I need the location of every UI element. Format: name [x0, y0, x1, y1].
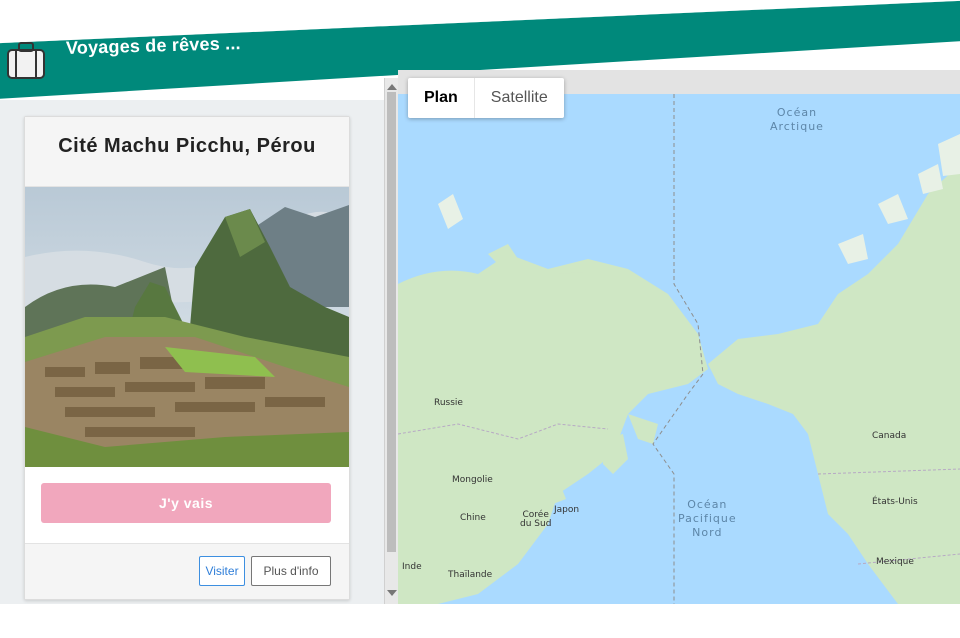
map-type-tabs: Plan Satellite — [408, 78, 564, 118]
card-footer: Visiter Plus d'info — [25, 543, 349, 599]
china-label: Chine — [460, 513, 486, 523]
south-korea-label: Corée du Sud — [520, 510, 552, 529]
card-title: Cité Machu Picchu, Pérou — [58, 135, 316, 157]
world-map[interactable]: Plan Satellite Océan Arctique Océan Paci… — [398, 70, 960, 604]
scroll-thumb[interactable] — [387, 92, 396, 552]
go-button[interactable]: J'y vais — [41, 483, 331, 523]
scroll-up-icon[interactable] — [387, 84, 397, 90]
scroll-down-icon[interactable] — [387, 590, 397, 596]
mexico-label: Mexique — [876, 557, 914, 567]
suitcase-icon — [7, 42, 45, 79]
visit-button[interactable]: Visiter — [199, 556, 245, 586]
arctic-ocean-label: Océan Arctique — [770, 106, 824, 133]
destination-photo — [25, 187, 349, 467]
more-info-button[interactable]: Plus d'info — [251, 556, 331, 586]
destination-panel: Cité Machu Picchu, Pérou J'y vais Visite… — [0, 100, 384, 604]
tab-satellite[interactable]: Satellite — [475, 78, 564, 118]
tab-plan[interactable]: Plan — [408, 78, 475, 118]
india-label: Inde — [402, 562, 422, 572]
bottom-margin — [0, 604, 960, 638]
mountain-photo — [25, 187, 349, 467]
japan-label: Japon — [554, 505, 580, 515]
usa-label: États-Unis — [872, 497, 918, 507]
mongolia-label: Mongolie — [452, 475, 493, 485]
thailand-label: Thaïlande — [448, 570, 493, 580]
panel-scrollbar[interactable] — [384, 78, 398, 604]
canada-label: Canada — [872, 431, 907, 441]
russia-label: Russie — [434, 398, 463, 408]
pacific-ocean-label: Océan Pacifique Nord — [678, 498, 737, 539]
destination-card: Cité Machu Picchu, Pérou J'y vais Visite… — [24, 116, 350, 600]
card-header: Cité Machu Picchu, Pérou — [25, 117, 349, 187]
